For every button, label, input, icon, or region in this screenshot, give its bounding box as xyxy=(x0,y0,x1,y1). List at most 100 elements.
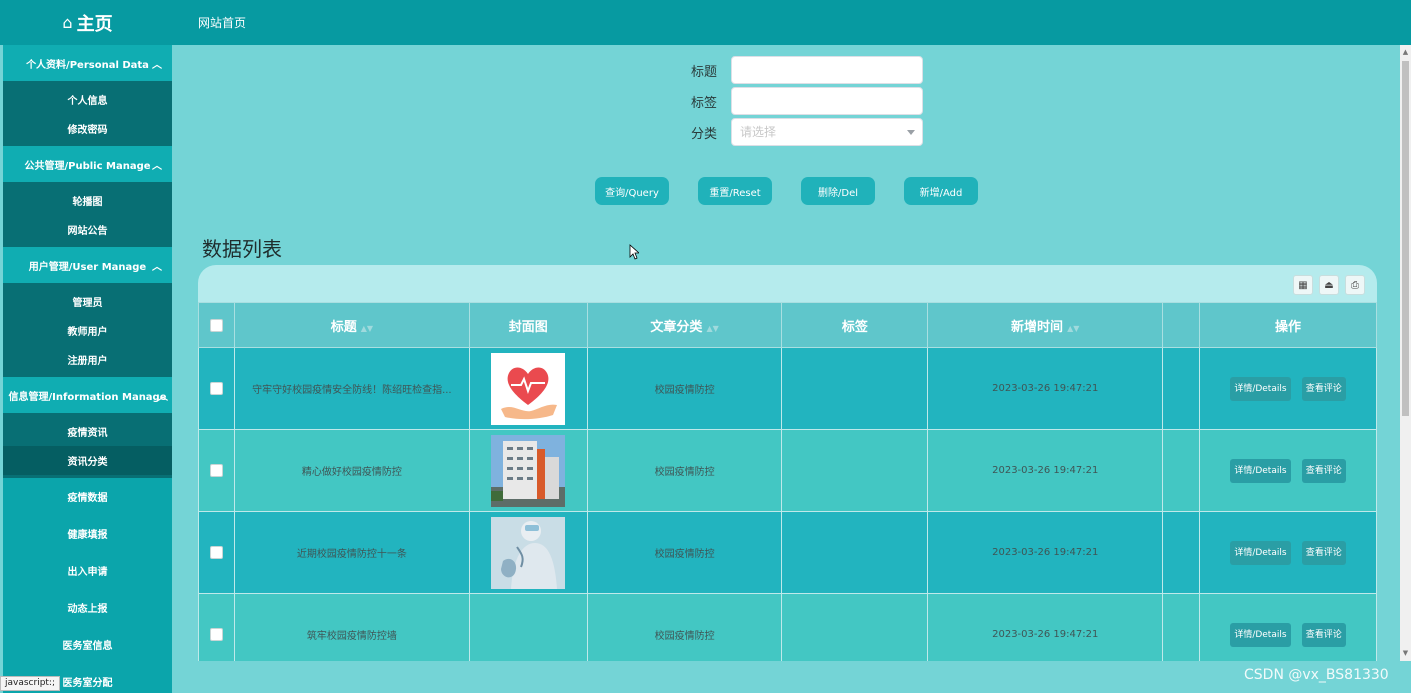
col-header-tag: 标签 xyxy=(781,302,929,348)
scrollbar-thumb[interactable] xyxy=(1402,61,1409,416)
tag-filter-input[interactable] xyxy=(731,87,923,115)
row-cover-cell xyxy=(468,429,588,512)
row-actions: 详情/Details 查看评论 xyxy=(1199,429,1377,512)
scroll-up-icon[interactable]: ▲ xyxy=(1402,49,1409,56)
sidebar-group-label: 信息管理/Information Manage xyxy=(8,391,167,403)
tag-filter-label: 标签 xyxy=(690,95,717,111)
select-all-checkbox[interactable] xyxy=(209,318,223,332)
add-button[interactable]: 新增/Add xyxy=(904,177,978,205)
row-checkbox[interactable] xyxy=(209,628,223,641)
sidebar-item-personal-info[interactable]: 个人信息 xyxy=(3,85,172,114)
heart-hand-image xyxy=(491,352,566,425)
row-category: 校园疫情防控 xyxy=(586,347,783,430)
tag-filter-row: 标签 xyxy=(677,87,923,115)
doctor-image xyxy=(491,516,566,589)
data-table: 标题 ▲▼ 封面图 文章分类 ▲▼ 标签 新增时间 ▲▼ 操作 守牢守好校园疫情安全防… xyxy=(198,302,1377,661)
sidebar-item-carousel[interactable]: 轮播图 xyxy=(3,186,172,215)
details-button[interactable]: 详情/Details xyxy=(1230,622,1291,647)
view-comments-button[interactable]: 查看评论 xyxy=(1301,458,1346,483)
col-header-category[interactable]: 文章分类 ▲▼ xyxy=(586,302,783,348)
row-title: 近期校园疫情防控十一条 xyxy=(233,511,470,594)
vertical-scrollbar[interactable]: ▲ ▼ xyxy=(1400,45,1411,661)
sidebar-item-registered-users[interactable]: 注册用户 xyxy=(3,345,172,374)
home-link[interactable]: ⌂ 主页 xyxy=(3,0,172,45)
details-button[interactable]: 详情/Details xyxy=(1230,376,1291,401)
details-button[interactable]: 详情/Details xyxy=(1230,458,1291,483)
row-tag xyxy=(781,593,929,661)
sidebar-group-label: 公共管理/Public Manage xyxy=(24,160,151,172)
col-header-title[interactable]: 标题 ▲▼ xyxy=(233,302,470,348)
export-icon[interactable]: ⏏ xyxy=(1319,275,1339,295)
columns-icon[interactable]: ▦ xyxy=(1293,275,1313,295)
view-comments-button[interactable]: 查看评论 xyxy=(1301,376,1346,401)
sidebar-item-clinic-info[interactable]: 医务室信息 xyxy=(3,626,172,663)
sidebar-group-label: 个人资料/Personal Data xyxy=(26,59,149,71)
sidebar-item-access-request[interactable]: 出入申请 xyxy=(3,552,172,589)
sidebar-group-information[interactable]: 信息管理/Information Manage ︿ xyxy=(3,377,172,413)
sort-icon[interactable]: ▲▼ xyxy=(706,324,718,333)
table-header-row: 标题 ▲▼ 封面图 文章分类 ▲▼ 标签 新增时间 ▲▼ 操作 xyxy=(198,302,1377,348)
view-comments-button[interactable]: 查看评论 xyxy=(1301,622,1346,647)
category-filter-label: 分类 xyxy=(690,126,717,142)
row-tag xyxy=(781,347,929,430)
sidebar-item-change-password[interactable]: 修改密码 xyxy=(3,114,172,143)
site-home-link[interactable]: 网站首页 xyxy=(198,14,246,31)
title-filter-row: 标题 xyxy=(677,56,923,84)
sidebar-item-health-report[interactable]: 健康填报 xyxy=(3,515,172,552)
sidebar-item-epidemic-news[interactable]: 疫情资讯 xyxy=(3,417,172,446)
sidebar-item-teacher-users[interactable]: 教师用户 xyxy=(3,316,172,345)
select-all-cell xyxy=(198,302,235,348)
sidebar-group-personal[interactable]: 个人资料/Personal Data ︿ xyxy=(3,45,172,81)
watermark: CSDN @vx_BS81330 xyxy=(1244,667,1389,683)
home-label: 主页 xyxy=(76,13,113,35)
sidebar-item-admin[interactable]: 管理员 xyxy=(3,287,172,316)
delete-button[interactable]: 删除/Del xyxy=(801,177,875,205)
row-blank xyxy=(1162,511,1201,594)
chevron-up-icon: ︿ xyxy=(158,392,168,403)
row-select-cell xyxy=(198,593,235,661)
row-actions: 详情/Details 查看评论 xyxy=(1199,511,1377,594)
row-title: 筑牢校园疫情防控墙 xyxy=(233,593,470,661)
query-button[interactable]: 查询/Query xyxy=(595,177,669,205)
print-icon[interactable]: ⎙ xyxy=(1345,275,1365,295)
table-row: 精心做好校园疫情防控 校园疫情防控 2023-03-26 19:47:21 详情… xyxy=(198,429,1377,512)
row-blank xyxy=(1162,347,1201,430)
row-checkbox[interactable] xyxy=(209,464,223,477)
table-row: 近期校园疫情防控十一条 校园疫情防控 2023-03-26 19:47:21 详… xyxy=(198,511,1377,594)
row-time: 2023-03-26 19:47:21 xyxy=(927,511,1164,594)
sidebar-group-body: 疫情资讯 资讯分类 xyxy=(3,413,172,478)
reset-button[interactable]: 重置/Reset xyxy=(698,177,772,205)
caret-down-icon xyxy=(907,130,915,135)
sort-icon[interactable]: ▲▼ xyxy=(361,324,373,333)
scroll-down-icon[interactable]: ▼ xyxy=(1402,650,1409,657)
col-header-blank xyxy=(1162,302,1201,348)
details-button[interactable]: 详情/Details xyxy=(1230,540,1291,565)
row-select-cell xyxy=(198,347,235,430)
row-checkbox[interactable] xyxy=(209,546,223,559)
row-blank xyxy=(1162,593,1201,661)
sort-icon[interactable]: ▲▼ xyxy=(1067,324,1079,333)
row-time: 2023-03-26 19:47:21 xyxy=(927,347,1164,430)
status-bar-url: javascript:; xyxy=(0,676,61,691)
list-title: 数据列表 xyxy=(202,237,282,261)
sidebar-group-users[interactable]: 用户管理/User Manage ︿ xyxy=(3,247,172,283)
row-title: 精心做好校园疫情防控 xyxy=(233,429,470,512)
category-select[interactable]: 请选择 xyxy=(731,118,923,146)
title-filter-input[interactable] xyxy=(731,56,923,84)
row-select-cell xyxy=(198,511,235,594)
sidebar-item-news-category[interactable]: 资讯分类 xyxy=(3,446,172,475)
sidebar-item-epidemic-data[interactable]: 疫情数据 xyxy=(3,478,172,515)
row-category: 校园疫情防控 xyxy=(586,593,783,661)
sidebar-group-label: 用户管理/User Manage xyxy=(28,261,147,273)
row-category: 校园疫情防控 xyxy=(586,429,783,512)
sidebar-group-public[interactable]: 公共管理/Public Manage ︿ xyxy=(3,146,172,182)
table-row: 筑牢校园疫情防控墙 校园疫情防控 2023-03-26 19:47:21 详情/… xyxy=(198,593,1377,661)
sidebar-item-status-report[interactable]: 动态上报 xyxy=(3,589,172,626)
sidebar-item-announcement[interactable]: 网站公告 xyxy=(3,215,172,244)
view-comments-button[interactable]: 查看评论 xyxy=(1301,540,1346,565)
col-header-time[interactable]: 新增时间 ▲▼ xyxy=(927,302,1164,348)
row-cover-cell xyxy=(468,593,588,661)
row-checkbox[interactable] xyxy=(209,382,223,395)
row-time: 2023-03-26 19:47:21 xyxy=(927,593,1164,661)
building-image xyxy=(491,434,566,507)
